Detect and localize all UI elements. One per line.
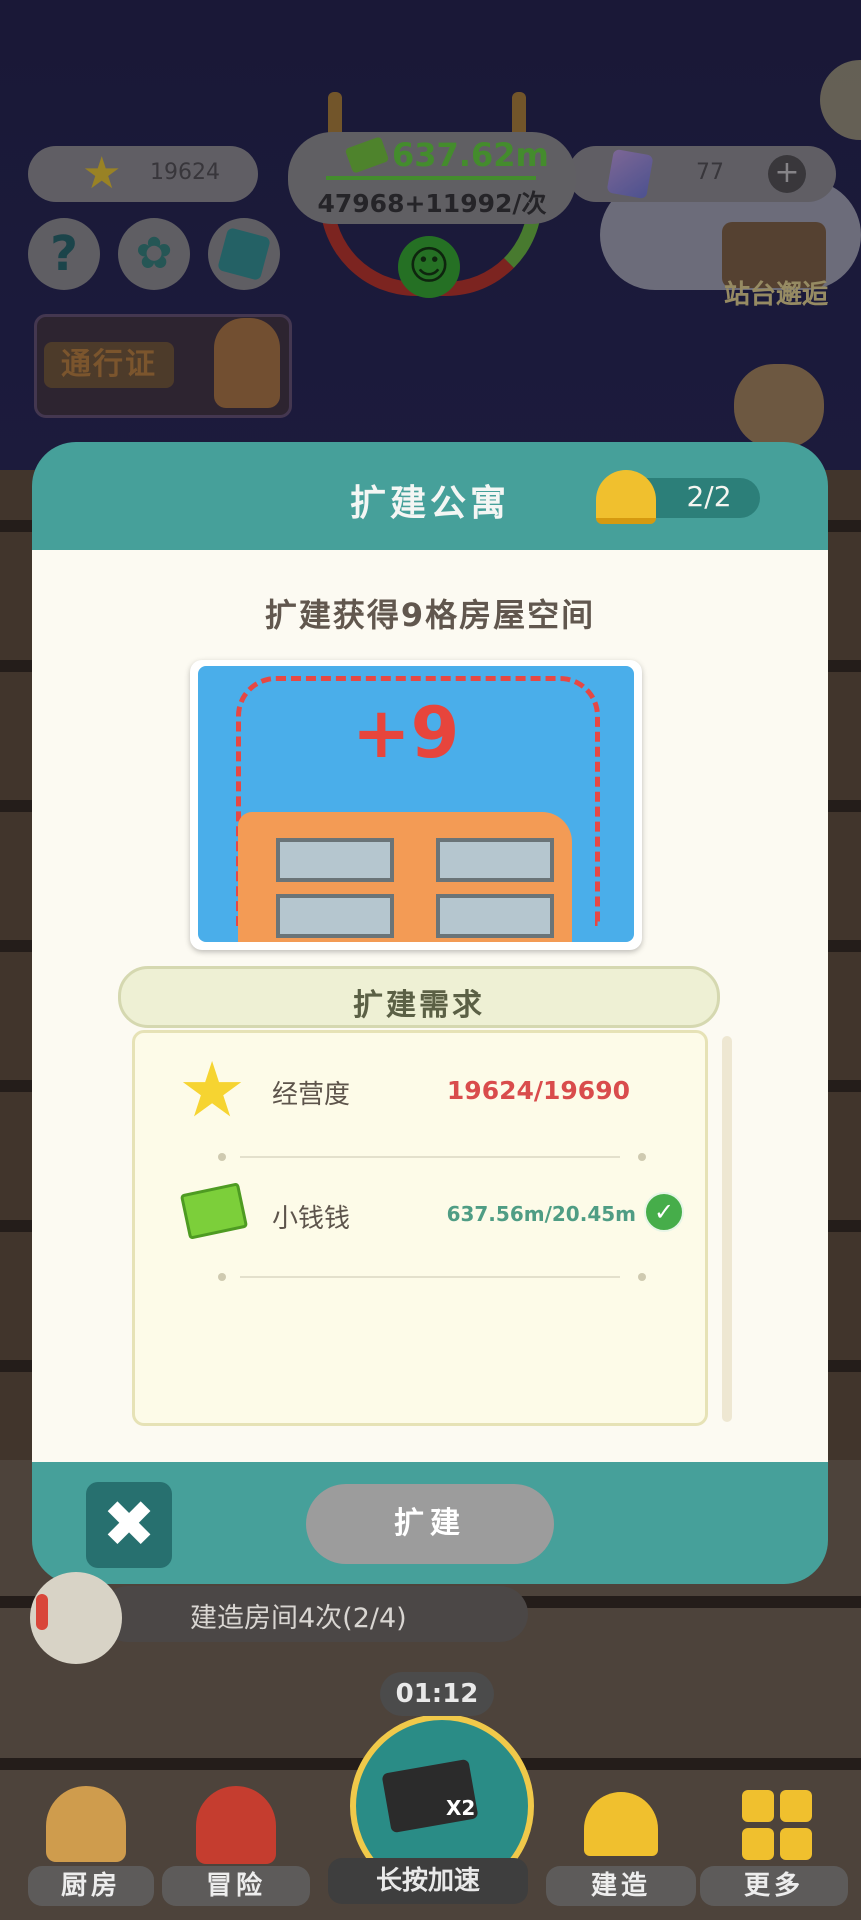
nav-build[interactable]: 建造 (546, 1866, 696, 1906)
worker-count: 2/2 (686, 480, 732, 513)
divider (240, 1276, 620, 1278)
requirement-name: 小钱钱 (272, 1204, 351, 1234)
requirement-value: 19624/19690 (446, 1076, 630, 1105)
nav-adventure[interactable]: 冒险 (162, 1866, 310, 1906)
alert-icon (36, 1594, 48, 1630)
requirements-scrollbar[interactable] (722, 1036, 732, 1422)
helmet-icon (596, 470, 656, 524)
divider-dot (218, 1153, 226, 1161)
preview-bonus: +9 (352, 692, 460, 774)
speed-multiplier: X2 (446, 1796, 476, 1820)
expand-button[interactable]: 扩建 (306, 1484, 554, 1564)
close-button[interactable]: ✖ (86, 1482, 172, 1568)
check-icon: ✓ (644, 1192, 684, 1232)
task-text: 建造房间4次(2/4) (190, 1603, 407, 1634)
divider-dot (638, 1273, 646, 1281)
divider (240, 1156, 620, 1158)
helmet-icon[interactable] (584, 1792, 658, 1856)
adventure-cat-icon[interactable] (196, 1786, 276, 1864)
window (436, 838, 554, 882)
nav-more[interactable]: 更多 (700, 1866, 848, 1906)
dialog-subtitle: 扩建获得9格房屋空间 (264, 596, 596, 634)
star-icon: ★ (178, 1045, 247, 1134)
nav-kitchen[interactable]: 厨房 (28, 1866, 154, 1906)
speedup-timer: 01:12 (380, 1672, 494, 1716)
requirements-title: 扩建需求 (353, 988, 485, 1023)
requirement-value: 637.56m/20.45m (446, 1202, 636, 1226)
window (276, 894, 394, 938)
burger-cat-icon[interactable] (46, 1786, 126, 1862)
divider-dot (638, 1153, 646, 1161)
window (276, 838, 394, 882)
grid-menu-icon[interactable] (742, 1790, 812, 1860)
divider-dot (218, 1273, 226, 1281)
requirement-name: 经营度 (272, 1080, 351, 1110)
speedup-label[interactable]: 长按加速 (328, 1858, 528, 1904)
window (436, 894, 554, 938)
